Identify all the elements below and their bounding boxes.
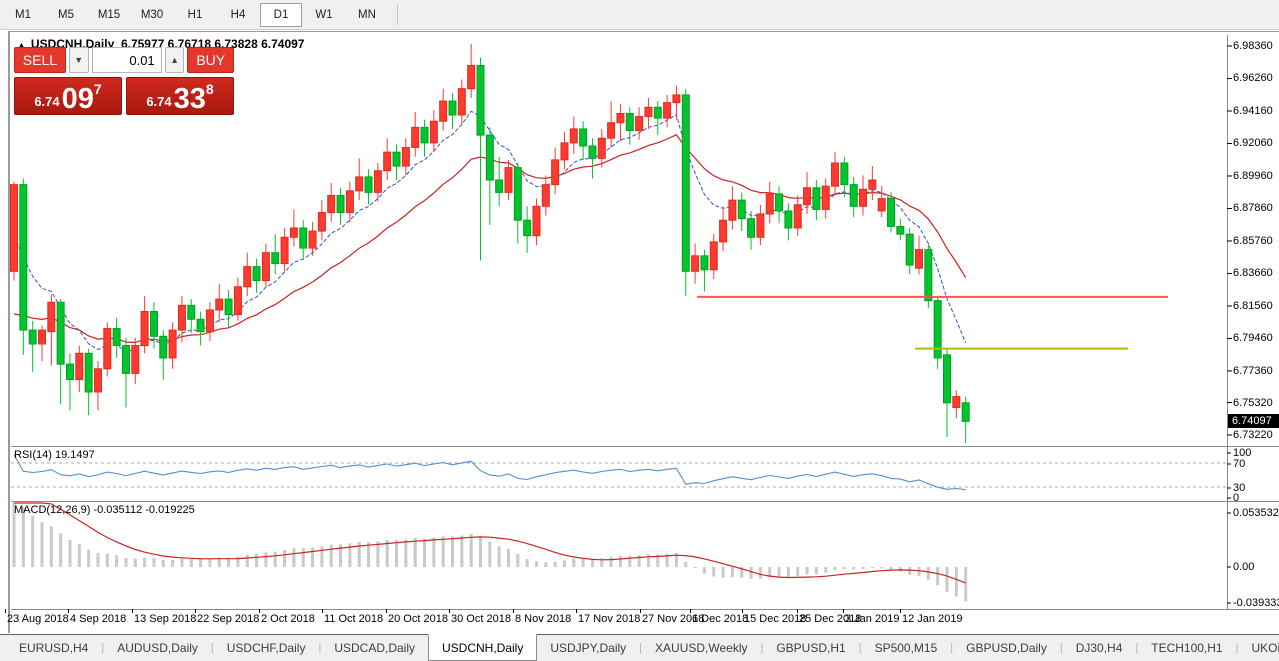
volume-increase-icon[interactable]: ▲ xyxy=(165,47,185,73)
date-axis-label: 22 Sep 2018 xyxy=(197,613,259,625)
date-axis-label: 2 Oct 2018 xyxy=(261,613,315,625)
rsi-axis-label: 0 xyxy=(1233,492,1239,504)
price-axis-label: 6.98360 xyxy=(1233,40,1273,52)
date-axis-label: 4 Sep 2018 xyxy=(70,613,126,625)
macd-axis-label: -0.039333 xyxy=(1233,597,1279,609)
date-axis-label: 17 Nov 2018 xyxy=(578,613,640,625)
rsi-axis-label: 70 xyxy=(1233,458,1245,470)
one-click-trade-panel: SELL ▼ ▲ BUY 6.74 09 7 6.74 33 8 xyxy=(14,47,234,115)
tab-sp500-m15[interactable]: SP500,M15 xyxy=(862,635,951,661)
price-axis-label: 6.83660 xyxy=(1233,267,1273,279)
sell-price-big: 09 xyxy=(62,84,94,114)
date-axis-label: 12 Jan 2019 xyxy=(902,613,963,625)
macd-indicator-label: MACD(12,26,9) -0.035112 -0.019225 xyxy=(14,504,195,516)
price-axis-label: 6.81560 xyxy=(1233,300,1273,312)
tab-ukoil-h1[interactable]: UKOil,H1 xyxy=(1238,635,1279,661)
buy-button[interactable]: BUY xyxy=(187,47,234,73)
buy-price-sup: 8 xyxy=(206,81,214,97)
price-axis-label: 6.79460 xyxy=(1233,332,1273,344)
tab-usdjpy-daily[interactable]: USDJPY,Daily xyxy=(537,635,639,661)
date-axis-label: 30 Oct 2018 xyxy=(451,613,511,625)
symbol-tab-bar: EURUSD,H4|AUDUSD,Daily|USDCHF,Daily|USDC… xyxy=(0,634,1279,661)
tab-dj30-h4[interactable]: DJ30,H4 xyxy=(1063,635,1136,661)
date-axis-label: 8 Nov 2018 xyxy=(515,613,571,625)
date-axis-label: 3 Jan 2019 xyxy=(845,613,899,625)
tab-usdchf-daily[interactable]: USDCHF,Daily xyxy=(214,635,319,661)
price-axis-label: 6.89960 xyxy=(1233,170,1273,182)
price-axis-label: 6.94160 xyxy=(1233,105,1273,117)
sell-price-box[interactable]: 6.74 09 7 xyxy=(14,77,122,115)
date-axis-label: 11 Oct 2018 xyxy=(324,613,383,625)
volume-decrease-icon[interactable]: ▼ xyxy=(69,47,89,73)
price-axis-label: 6.96260 xyxy=(1233,72,1273,84)
date-axis-label: 15 Dec 2018 xyxy=(744,613,806,625)
metatrader-app: { "toolbar": { "timeframes": ["M1","M5",… xyxy=(0,0,1279,661)
tab-xauusd-weekly[interactable]: XAUUSD,Weekly xyxy=(642,635,760,661)
date-axis-label: 23 Aug 2018 xyxy=(7,613,69,625)
price-axis-label: 6.73220 xyxy=(1233,429,1273,441)
tab-usdcnh-daily[interactable]: USDCNH,Daily xyxy=(428,634,537,661)
date-axis-label: 20 Oct 2018 xyxy=(388,613,448,625)
rsi-indicator-label: RSI(14) 19.1497 xyxy=(14,449,95,461)
date-axis-label: 13 Sep 2018 xyxy=(134,613,196,625)
date-axis-label: 6 Dec 2018 xyxy=(692,613,748,625)
tab-gbpusd-h1[interactable]: GBPUSD,H1 xyxy=(763,635,858,661)
price-axis-label: 6.75320 xyxy=(1233,397,1273,409)
tab-audusd-daily[interactable]: AUDUSD,Daily xyxy=(104,635,211,661)
buy-price-box[interactable]: 6.74 33 8 xyxy=(126,77,234,115)
macd-axis-label: 0.053532 xyxy=(1233,507,1279,519)
sell-button[interactable]: SELL xyxy=(14,47,66,73)
price-axis-label: 6.92060 xyxy=(1233,137,1273,149)
sell-price-small: 6.74 xyxy=(34,94,59,109)
volume-input[interactable] xyxy=(92,47,162,73)
rsi-line xyxy=(14,455,966,490)
price-axis-label: 6.87860 xyxy=(1233,202,1273,214)
tab-tech100-h1[interactable]: TECH100,H1 xyxy=(1138,635,1235,661)
tab-gbpusd-daily[interactable]: GBPUSD,Daily xyxy=(953,635,1060,661)
sell-price-sup: 7 xyxy=(94,81,102,97)
tab-usdcad-daily[interactable]: USDCAD,Daily xyxy=(321,635,428,661)
price-axis-label: 6.77360 xyxy=(1233,365,1273,377)
tab-eurusd-h4[interactable]: EURUSD,H4 xyxy=(6,635,101,661)
current-price-badge: 6.74097 xyxy=(1228,414,1279,428)
macd-axis-label: 0.00 xyxy=(1233,561,1254,573)
buy-price-small: 6.74 xyxy=(146,94,171,109)
buy-price-big: 33 xyxy=(174,84,206,114)
price-axis-label: 6.85760 xyxy=(1233,235,1273,247)
